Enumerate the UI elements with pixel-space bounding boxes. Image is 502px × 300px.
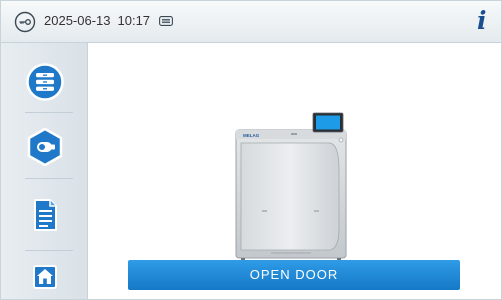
date-time: 2025-06-13 10:17 — [44, 13, 157, 28]
sidebar-item-programs[interactable] — [23, 60, 67, 104]
sidebar-item-home[interactable] — [23, 255, 67, 299]
date-text: 2025-06-13 — [44, 13, 111, 28]
home-icon — [33, 265, 57, 289]
time-text: 10:17 — [117, 13, 151, 28]
status-bar: 2025-06-13 10:17 i — [1, 1, 501, 43]
autoclave-display: 2025-06-13 10:17 i MELAG OPEN DOOR — [0, 0, 502, 300]
sidebar-item-options[interactable] — [23, 125, 67, 169]
protocol-icon — [34, 199, 57, 231]
sidebar-divider — [25, 250, 73, 251]
info-icon[interactable]: i — [477, 6, 487, 35]
options-icon — [27, 127, 63, 167]
device-brand-label: MELAG — [243, 133, 260, 138]
main-panel: MELAG OPEN DOOR — [88, 43, 501, 299]
open-door-button[interactable]: OPEN DOOR — [128, 260, 460, 290]
sidebar-divider — [25, 178, 73, 179]
key-icon[interactable] — [14, 11, 36, 33]
card-icon — [159, 16, 173, 26]
autoclave-image: MELAG — [234, 112, 353, 264]
sidebar — [1, 43, 88, 299]
programs-icon — [26, 63, 64, 101]
sidebar-divider — [25, 112, 73, 113]
sidebar-item-protocols[interactable] — [23, 193, 67, 237]
